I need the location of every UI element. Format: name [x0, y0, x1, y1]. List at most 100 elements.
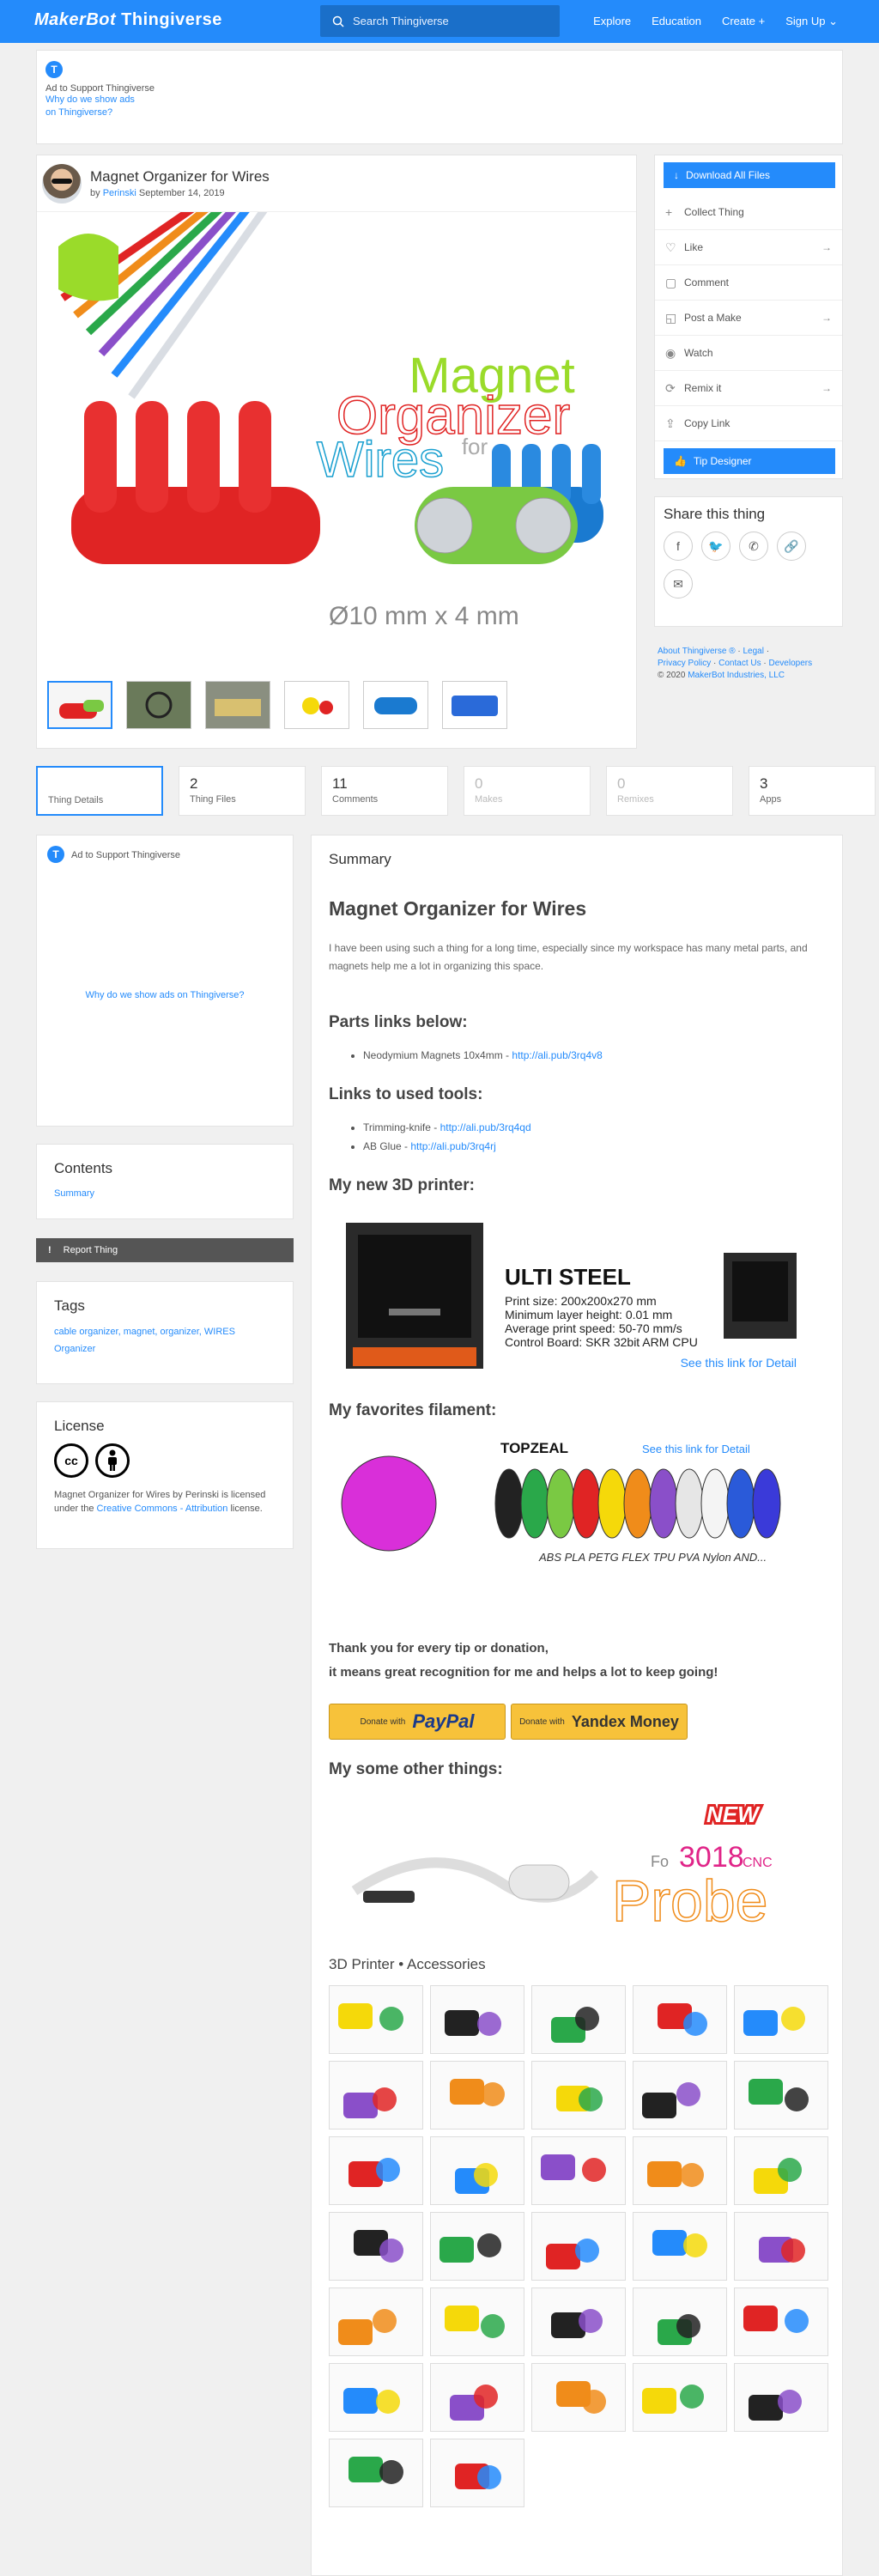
accessory-thumbnail[interactable] [329, 2061, 423, 2129]
thingiverse-logo[interactable]: MakerBot Thingiverse [34, 10, 222, 30]
filament-banner[interactable]: TOPZEAL See this link for Detail ABS PLA… [329, 1431, 809, 1577]
accessory-thumbnail[interactable] [633, 2136, 727, 2205]
accessory-thumbnail[interactable] [734, 2136, 828, 2205]
accessory-thumbnail[interactable] [329, 1985, 423, 2054]
whatsapp-icon[interactable]: ✆ [739, 532, 768, 561]
author-link[interactable]: Perinski [103, 188, 136, 198]
nav-create[interactable]: Create + [722, 15, 765, 28]
trimming-knife-link[interactable]: http://ali.pub/3rq4qd [440, 1121, 531, 1133]
thumbnail[interactable] [442, 681, 507, 729]
tab-comments[interactable]: 11 Comments [321, 766, 448, 816]
probe-banner[interactable]: NEW Fo 3018 CNC Probe [329, 1788, 809, 1942]
license-link[interactable]: Creative Commons - Attribution [97, 1504, 228, 1514]
donate-yandex-button[interactable]: Donate with Yandex Money [511, 1704, 688, 1740]
thumbnail[interactable] [363, 681, 428, 729]
accessory-thumbnail[interactable] [734, 1985, 828, 2054]
accessory-thumbnail[interactable] [430, 2136, 524, 2205]
accessory-thumbnail[interactable] [734, 2212, 828, 2281]
nav-sign-up[interactable]: Sign Up ⌄ [785, 15, 838, 28]
accessory-thumbnail[interactable] [734, 2287, 828, 2356]
thumbnail[interactable] [205, 681, 270, 729]
facebook-icon[interactable]: f [664, 532, 693, 561]
donate-paypal-button[interactable]: Donate with PayPal [329, 1704, 506, 1740]
printer-banner[interactable]: ULTI STEEL Print size: 200x200x270 mm Mi… [329, 1206, 809, 1386]
nav-explore[interactable]: Explore [593, 15, 631, 28]
avatar[interactable] [42, 163, 82, 204]
copy-link-button[interactable]: ⇪ Copy Link [655, 406, 842, 441]
makerbot-link[interactable]: MakerBot Industries, LLC [688, 671, 785, 680]
search-input[interactable] [353, 15, 542, 27]
why-ads-link-sidebar[interactable]: Why do we show ads on Thingiverse? [37, 990, 293, 1000]
remix-button[interactable]: ⟳ Remix it → [655, 371, 842, 406]
tab-remixes[interactable]: 0 Remixes [606, 766, 733, 816]
accessory-thumbnail[interactable] [430, 2287, 524, 2356]
why-ads-link-2[interactable]: on Thingiverse? [45, 106, 834, 119]
about-link[interactable]: About Thingiverse ® [658, 647, 736, 656]
magnets-link[interactable]: http://ali.pub/3rq4v8 [512, 1049, 602, 1061]
accessory-thumbnail[interactable] [734, 2061, 828, 2129]
tab-thing-details[interactable]: Thing Details [36, 766, 163, 816]
accessory-thumbnail[interactable] [430, 2439, 524, 2507]
nav-education[interactable]: Education [652, 15, 701, 28]
heart-icon: ♡ [665, 240, 676, 254]
accessory-thumbnail[interactable] [633, 1985, 727, 2054]
comment-button[interactable]: ▢ Comment [655, 265, 842, 301]
contents-summary-link[interactable]: Summary [54, 1188, 94, 1199]
accessory-thumbnail[interactable] [633, 2212, 727, 2281]
thing-byline: by Perinski September 14, 2019 [90, 188, 225, 198]
tab-makes[interactable]: 0 Makes [464, 766, 591, 816]
thumbnail[interactable] [126, 681, 191, 729]
why-ads-link[interactable]: Why do we show ads [45, 94, 834, 106]
accessory-thumbnail[interactable] [531, 2287, 626, 2356]
tab-thing-files[interactable]: 2 Thing Files [179, 766, 306, 816]
report-thing-button[interactable]: ! Report Thing [36, 1238, 294, 1262]
accessory-thumbnail[interactable] [531, 1985, 626, 2054]
accessories-grid [329, 1985, 828, 2507]
thumbnail[interactable] [284, 681, 349, 729]
contents-panel: Contents Summary [36, 1144, 294, 1219]
tags-list[interactable]: cable organizer, magnet, organizer, WIRE… [54, 1323, 276, 1358]
accessory-thumbnail[interactable] [430, 2212, 524, 2281]
accessory-thumbnail[interactable] [633, 2363, 727, 2432]
privacy-link[interactable]: Privacy Policy [658, 659, 711, 668]
accessory-thumbnail[interactable] [329, 2287, 423, 2356]
accessory-thumbnail[interactable] [633, 2061, 727, 2129]
link-icon[interactable]: 🔗 [777, 532, 806, 561]
email-icon[interactable]: ✉ [664, 569, 693, 598]
ab-glue-link[interactable]: http://ali.pub/3rq4rj [410, 1140, 495, 1152]
accessory-thumbnail[interactable] [329, 2136, 423, 2205]
filament-detail-link[interactable]: See this link for Detail [642, 1443, 750, 1455]
accessory-thumbnail[interactable] [531, 2212, 626, 2281]
main-nav: Explore Education Create + Sign Up ⌄ [593, 15, 838, 28]
printer-detail-link[interactable]: See this link for Detail [681, 1356, 797, 1370]
hero-image[interactable]: Magnet Organizer for Wires Ø10 mm x 4 mm [37, 212, 636, 650]
thumbnail[interactable] [47, 681, 112, 729]
share-title: Share this thing [664, 506, 766, 522]
post-a-make-button[interactable]: ◱ Post a Make → [655, 301, 842, 336]
accessory-thumbnail[interactable] [633, 2287, 727, 2356]
watch-button[interactable]: ◉ Watch [655, 336, 842, 371]
collect-thing-button[interactable]: + Collect Thing [655, 195, 842, 230]
developers-link[interactable]: Developers [769, 659, 813, 668]
accessory-thumbnail[interactable] [329, 2212, 423, 2281]
accessory-thumbnail[interactable] [531, 2136, 626, 2205]
twitter-icon[interactable]: 🐦 [701, 532, 730, 561]
accessory-thumbnail[interactable] [329, 2363, 423, 2432]
contents-title: Contents [54, 1160, 113, 1176]
download-all-button[interactable]: ↓ Download All Files [664, 162, 835, 188]
tip-designer-button[interactable]: 👍 Tip Designer [664, 448, 835, 474]
tab-apps[interactable]: 3 Apps [749, 766, 876, 816]
accessory-thumbnail[interactable] [531, 2061, 626, 2129]
accessory-thumbnail[interactable] [430, 2363, 524, 2432]
accessory-thumbnail[interactable] [430, 2061, 524, 2129]
contact-link[interactable]: Contact Us [718, 659, 761, 668]
legal-link[interactable]: Legal [743, 647, 763, 656]
accessory-thumbnail[interactable] [329, 2439, 423, 2507]
arrow-right-icon: → [821, 312, 832, 324]
accessory-thumbnail[interactable] [430, 1985, 524, 2054]
like-button[interactable]: ♡ Like → [655, 230, 842, 265]
search-box[interactable] [320, 5, 560, 37]
accessory-thumbnail[interactable] [734, 2363, 828, 2432]
accessory-thumbnail[interactable] [531, 2363, 626, 2432]
ad-label: Ad to Support Thingiverse [45, 83, 155, 94]
